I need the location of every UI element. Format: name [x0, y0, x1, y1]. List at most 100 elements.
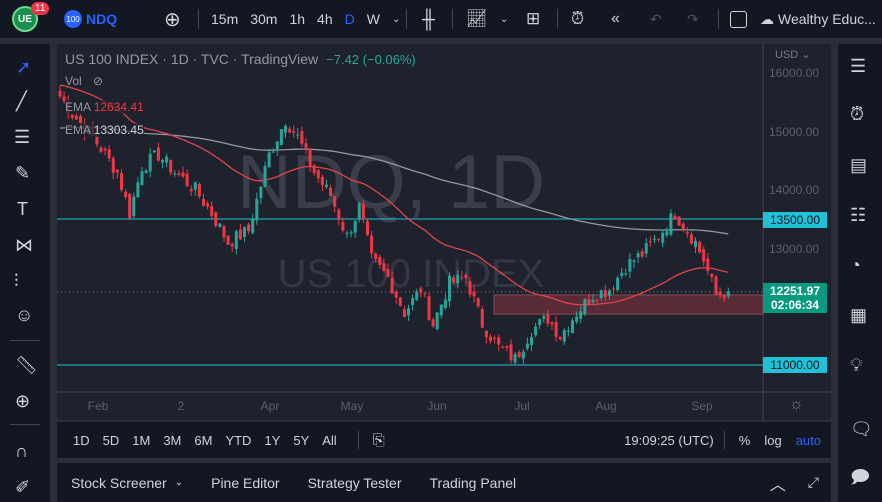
ruler-icon[interactable]: 📏︎	[15, 356, 38, 374]
replay-icon[interactable]: «	[611, 0, 620, 38]
clock[interactable]: 19:09:25 (UTC)	[624, 433, 714, 448]
layout-grid-icon[interactable]: ⊞	[526, 0, 540, 38]
tab-stock-screener[interactable]: Stock Screener ⌄	[57, 475, 197, 491]
prediction-icon[interactable]: ⫶	[14, 272, 19, 290]
date-range-icon[interactable]: ⎘	[373, 432, 385, 449]
chevron-up-icon[interactable]: ︿	[770, 471, 786, 495]
percent-toggle[interactable]: %	[739, 433, 751, 448]
candle-body	[218, 223, 222, 227]
candle-body	[534, 326, 538, 336]
fib-icon[interactable]: ☰	[14, 128, 30, 146]
ema-slow-legend[interactable]: EMA 13303.45	[65, 123, 144, 137]
calendar-icon[interactable]: ▦	[850, 306, 867, 324]
watchlist-icon[interactable]: ☰	[850, 57, 866, 75]
maximize-panel-icon[interactable]: ⤢	[808, 474, 819, 491]
trend-line-icon[interactable]: ╱	[16, 92, 27, 110]
interval-w[interactable]: W	[367, 11, 380, 27]
candle-body	[136, 182, 140, 198]
range-5d[interactable]: 5D	[103, 433, 120, 448]
settings-sun-icon[interactable]: ☼	[789, 396, 804, 414]
watermark-name: US 100 INDEX	[278, 252, 545, 296]
hotlist-icon[interactable]: ◔	[850, 256, 861, 274]
price-tick: 15000.00	[769, 125, 820, 139]
ema-fast-legend[interactable]: EMA 12634.41	[65, 100, 144, 114]
candle-body	[300, 131, 304, 144]
ideas-stream-icon[interactable]: ☷	[850, 206, 866, 224]
range-1m[interactable]: 1M	[132, 433, 150, 448]
candle-body	[661, 232, 665, 243]
level-label-11000[interactable]: 11000.00	[763, 357, 827, 373]
candle-body	[484, 330, 488, 338]
emoji-icon[interactable]: ☺	[15, 306, 33, 324]
redo-icon[interactable]: ↷	[687, 0, 699, 38]
currency-selector[interactable]: USD ⌄	[775, 48, 811, 61]
candle-body	[644, 243, 648, 254]
interval-15m[interactable]: 15m	[211, 11, 238, 27]
magnet-icon[interactable]: ∩	[15, 442, 28, 460]
interval-d[interactable]: D	[345, 11, 355, 27]
legend-change: −7.42 (−0.06%)	[326, 52, 416, 67]
lock-icon[interactable]: ✐	[15, 478, 30, 496]
chart-panel[interactable]: NDQ, 1D US 100 INDEX US 100 INDEX · 1D ·…	[57, 44, 831, 420]
candle-body	[197, 183, 201, 197]
log-toggle[interactable]: log	[764, 433, 781, 448]
text-icon[interactable]: T	[17, 200, 28, 218]
range-ytd[interactable]: YTD	[225, 433, 251, 448]
candle-body	[620, 272, 624, 276]
alarm-icon[interactable]: ⏰︎	[850, 105, 864, 123]
indicators-icon[interactable]: 📈︎	[466, 0, 488, 38]
chevron-down-icon[interactable]: ⌄	[500, 0, 508, 38]
candle-body	[452, 277, 456, 283]
candle-body	[99, 147, 103, 153]
candle-body	[161, 159, 164, 163]
tab-trading-panel[interactable]: Trading Panel	[416, 475, 531, 491]
candle-body	[316, 170, 320, 179]
range-3m[interactable]: 3M	[163, 433, 181, 448]
level-label-13500[interactable]: 13500.00	[763, 212, 827, 228]
price-chart[interactable]: NDQ, 1D US 100 INDEX	[57, 44, 831, 420]
account-button[interactable]: ☁ Wealthy Educ...	[760, 0, 876, 38]
candle-body	[144, 170, 148, 174]
chevron-down-icon[interactable]: ⌄	[392, 14, 400, 25]
interval-4h[interactable]: 4h	[317, 11, 333, 27]
logo[interactable]: UE 11	[12, 0, 50, 38]
range-6m[interactable]: 6M	[194, 433, 212, 448]
chat-icon[interactable]: 🗨︎	[850, 420, 873, 438]
fullscreen-icon[interactable]	[730, 0, 747, 38]
candle-body	[140, 171, 144, 186]
candle-body	[70, 114, 74, 118]
tab-pine-editor[interactable]: Pine Editor	[197, 475, 293, 491]
range-1d[interactable]: 1D	[73, 433, 90, 448]
messages-icon[interactable]: 🗩︎	[850, 468, 870, 486]
candle-body	[349, 232, 353, 234]
range-5y[interactable]: 5Y	[293, 433, 309, 448]
candle-body	[345, 232, 349, 234]
compare-add-icon[interactable]: ⊕	[164, 0, 181, 38]
candle-body	[435, 312, 439, 330]
pattern-icon[interactable]: ⋈	[15, 236, 33, 254]
range-all[interactable]: All	[322, 433, 336, 448]
chevron-down-icon: ⌄	[174, 477, 184, 488]
tab-strategy-tester[interactable]: Strategy Tester	[294, 475, 416, 491]
undo-icon[interactable]: ↶	[650, 0, 662, 38]
alert-icon[interactable]: ⏰︎	[571, 0, 584, 38]
cursor-icon[interactable]: ➚	[16, 58, 31, 76]
brush-icon[interactable]: ✎	[15, 164, 30, 182]
candle-body	[156, 147, 160, 161]
vol-legend[interactable]: Vol ⊘	[65, 74, 103, 88]
candles-icon[interactable]: ╫	[422, 0, 435, 38]
lightbulb-icon[interactable]: 💡︎	[850, 356, 863, 374]
candle-body	[210, 206, 214, 216]
bar-countdown: 02:06:34	[770, 298, 820, 312]
candle-body	[525, 343, 529, 349]
zoom-in-icon[interactable]: ⊕	[15, 392, 30, 410]
time-tick: Sep	[691, 399, 713, 413]
interval-1h[interactable]: 1h	[289, 11, 305, 27]
candle-body	[148, 153, 152, 172]
eye-hidden-icon[interactable]: ⊘	[93, 74, 103, 88]
symbol-search[interactable]: 100 NDQ	[64, 0, 117, 38]
auto-toggle[interactable]: auto	[796, 433, 821, 448]
news-icon[interactable]: ▤	[850, 156, 867, 174]
interval-30m[interactable]: 30m	[250, 11, 277, 27]
range-1y[interactable]: 1Y	[264, 433, 280, 448]
